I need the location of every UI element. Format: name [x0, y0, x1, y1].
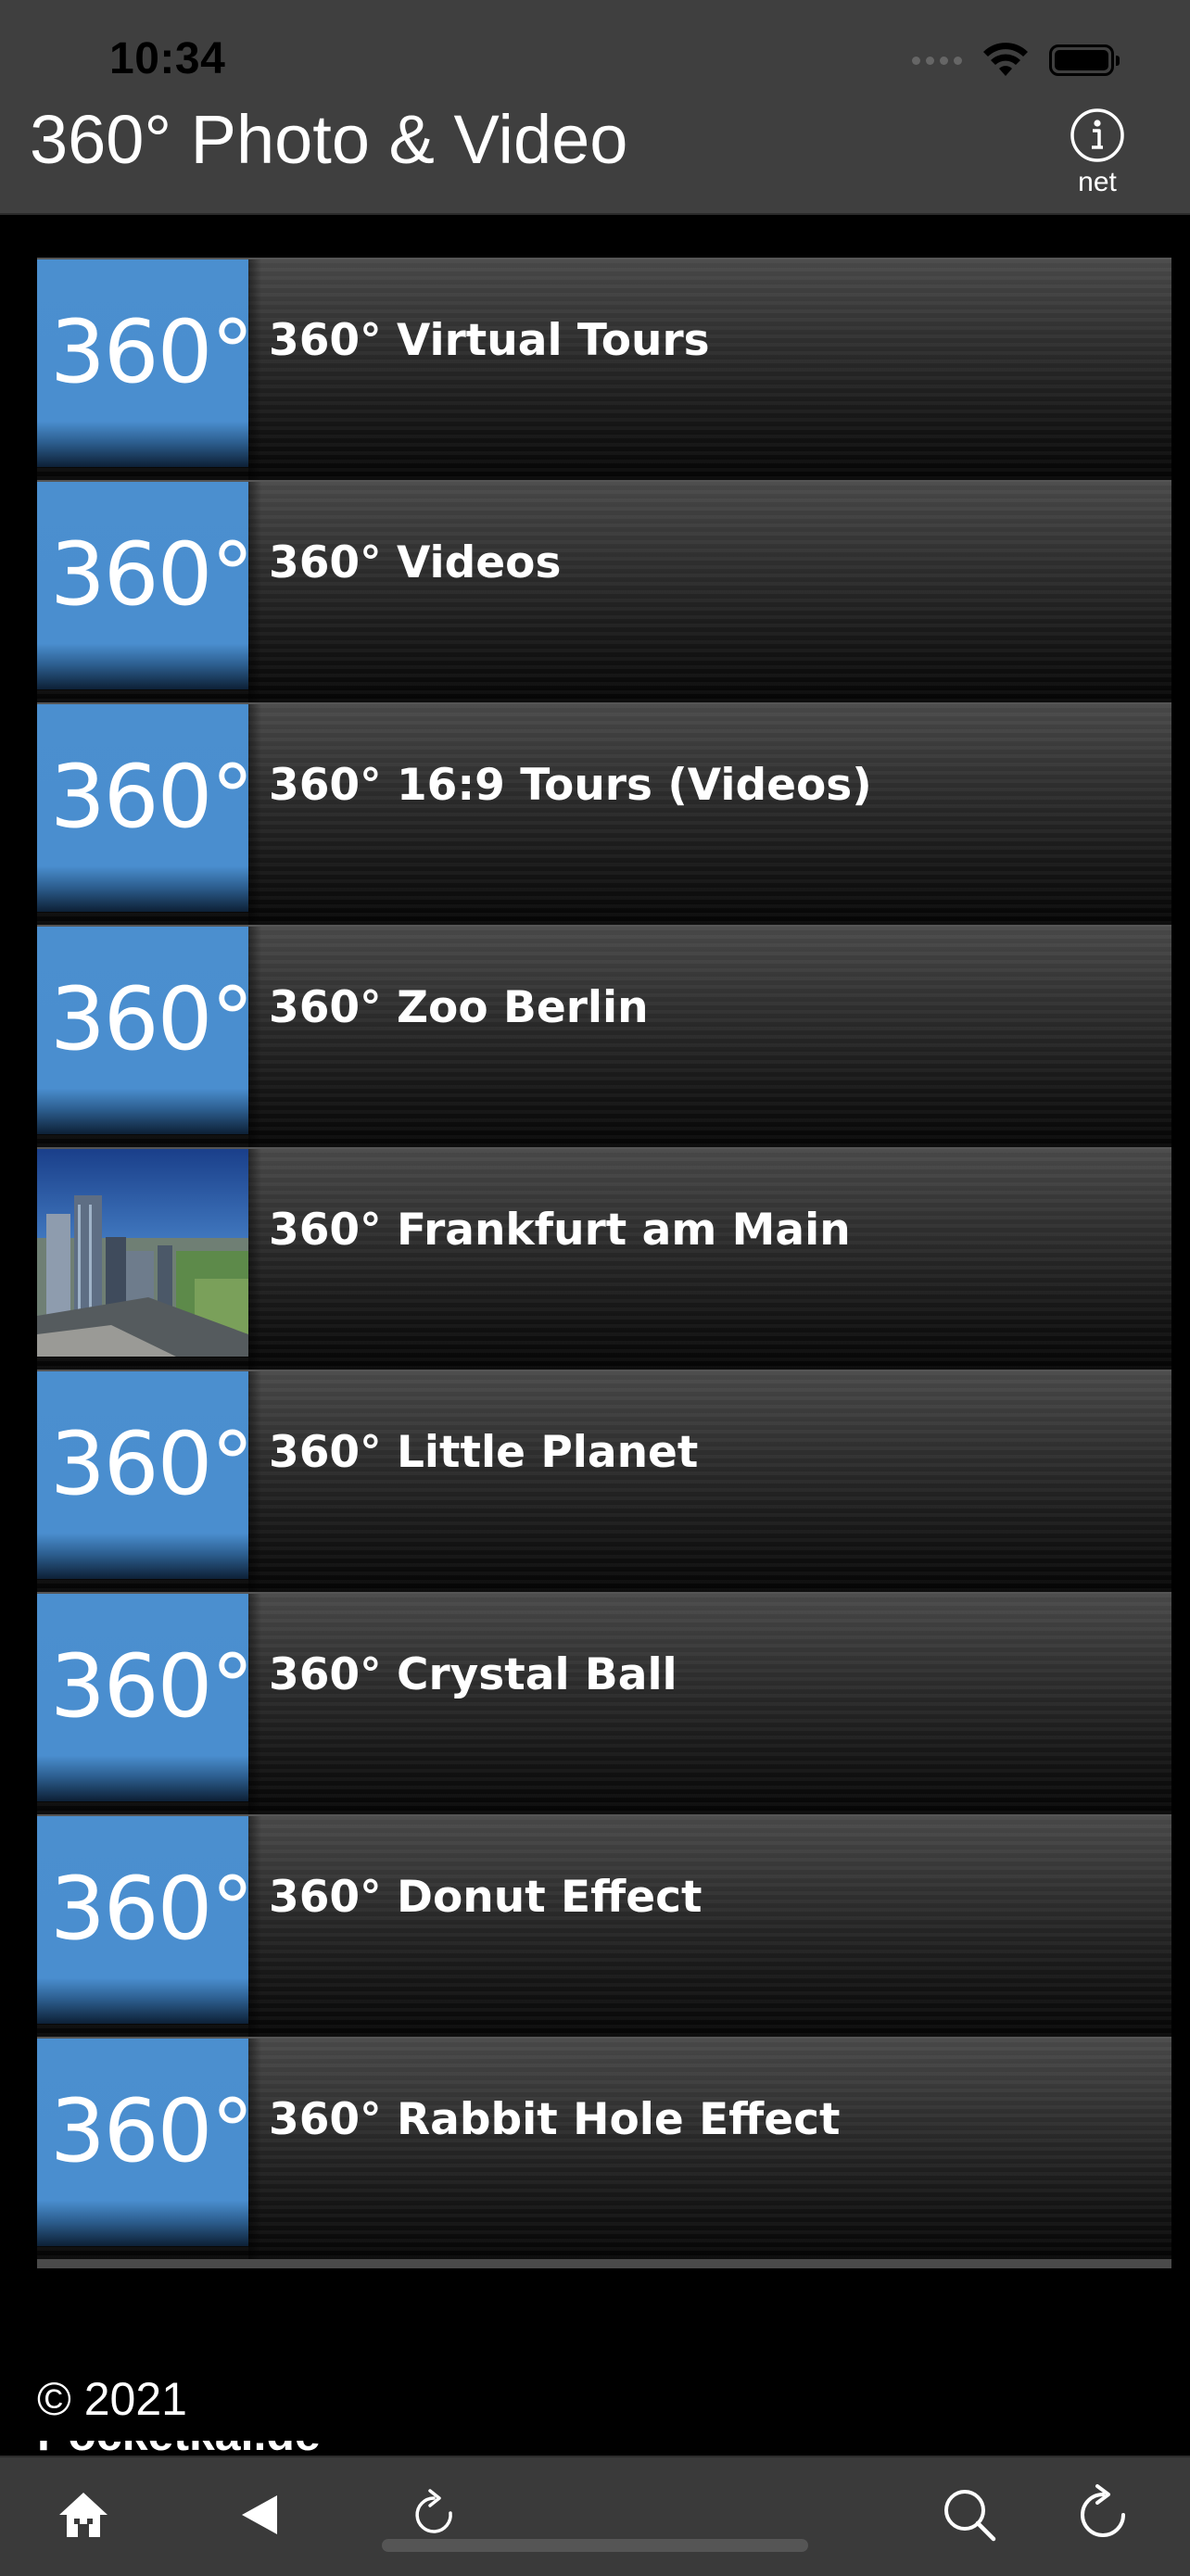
footer-brand-link[interactable]: Pocketkai.de: [37, 2441, 321, 2456]
info-button[interactable]: net: [1058, 107, 1136, 198]
home-button[interactable]: [46, 2478, 120, 2552]
city-skyline-photo: [37, 1149, 248, 1357]
cellular-signal-icon: [912, 56, 962, 65]
bottom-toolbar: [0, 2456, 1190, 2576]
360-thumbnail: 360°: [37, 1816, 248, 2024]
city-photo-thumbnail: [37, 1149, 248, 1357]
menu-item-videos[interactable]: 360° 360° Videos: [37, 480, 1171, 702]
redo-icon: [415, 2489, 452, 2533]
360-thumbnail: 360°: [37, 927, 248, 1134]
menu-item-label: 360° Donut Effect: [269, 1872, 703, 1923]
home-indicator: [382, 2539, 808, 2552]
menu-item-label: 360° Videos: [269, 537, 562, 588]
battery-icon: [1049, 44, 1120, 76]
app-header: 10:34 360° Photo & Video net: [0, 0, 1190, 215]
info-icon: [1070, 108, 1124, 162]
menu-item-little-planet[interactable]: 360° 360° Little Planet: [37, 1370, 1171, 1592]
menu-item-rabbit-hole-effect[interactable]: 360° 360° Rabbit Hole Effect: [37, 2037, 1171, 2259]
list-divider: [37, 2259, 1171, 2268]
menu-item-donut-effect[interactable]: 360° 360° Donut Effect: [37, 1814, 1171, 2037]
360-thumbnail: 360°: [37, 259, 248, 467]
search-icon: [944, 2490, 996, 2542]
info-caption: net: [1078, 167, 1117, 197]
menu-item-label: 360° Little Planet: [269, 1427, 699, 1478]
back-icon: [242, 2495, 277, 2534]
360-thumbnail: 360°: [37, 2039, 248, 2246]
menu-item-label: 360° Virtual Tours: [269, 315, 710, 366]
menu-item-16-9-tours[interactable]: 360° 360° 16:9 Tours (Videos): [37, 702, 1171, 925]
360-thumbnail: 360°: [37, 704, 248, 912]
menu-item-virtual-tours[interactable]: 360° 360° Virtual Tours: [37, 258, 1171, 480]
menu-item-frankfurt[interactable]: 360° Frankfurt am Main: [37, 1147, 1171, 1370]
status-time: 10:34: [109, 34, 226, 83]
360-thumbnail: 360°: [37, 1371, 248, 1579]
search-button[interactable]: [932, 2478, 1006, 2552]
menu-item-label: 360° Crystal Ball: [269, 1649, 677, 1700]
reload-button[interactable]: [1066, 2478, 1140, 2552]
menu-item-label: 360° Zoo Berlin: [269, 982, 649, 1033]
status-icons: [912, 43, 1120, 78]
menu-item-label: 360° 16:9 Tours (Videos): [269, 760, 872, 811]
360-thumbnail: 360°: [37, 1594, 248, 1801]
footer-brand-text: Pocketkai.de: [37, 2441, 321, 2456]
menu-list: 360° 360° Virtual Tours 360° 360° Videos…: [37, 258, 1171, 2268]
menu-item-zoo-berlin[interactable]: 360° 360° Zoo Berlin: [37, 925, 1171, 1147]
back-button[interactable]: [222, 2478, 297, 2552]
menu-item-crystal-ball[interactable]: 360° 360° Crystal Ball: [37, 1592, 1171, 1814]
copyright-text: © 2021: [37, 2373, 187, 2425]
page-title: 360° Photo & Video: [30, 101, 628, 178]
menu-item-label: 360° Frankfurt am Main: [269, 1205, 851, 1256]
home-icon: [59, 2493, 108, 2537]
360-thumbnail: 360°: [37, 482, 248, 689]
wifi-icon: [983, 43, 1028, 76]
menu-item-label: 360° Rabbit Hole Effect: [269, 2094, 841, 2145]
reload-icon: [1081, 2484, 1125, 2537]
